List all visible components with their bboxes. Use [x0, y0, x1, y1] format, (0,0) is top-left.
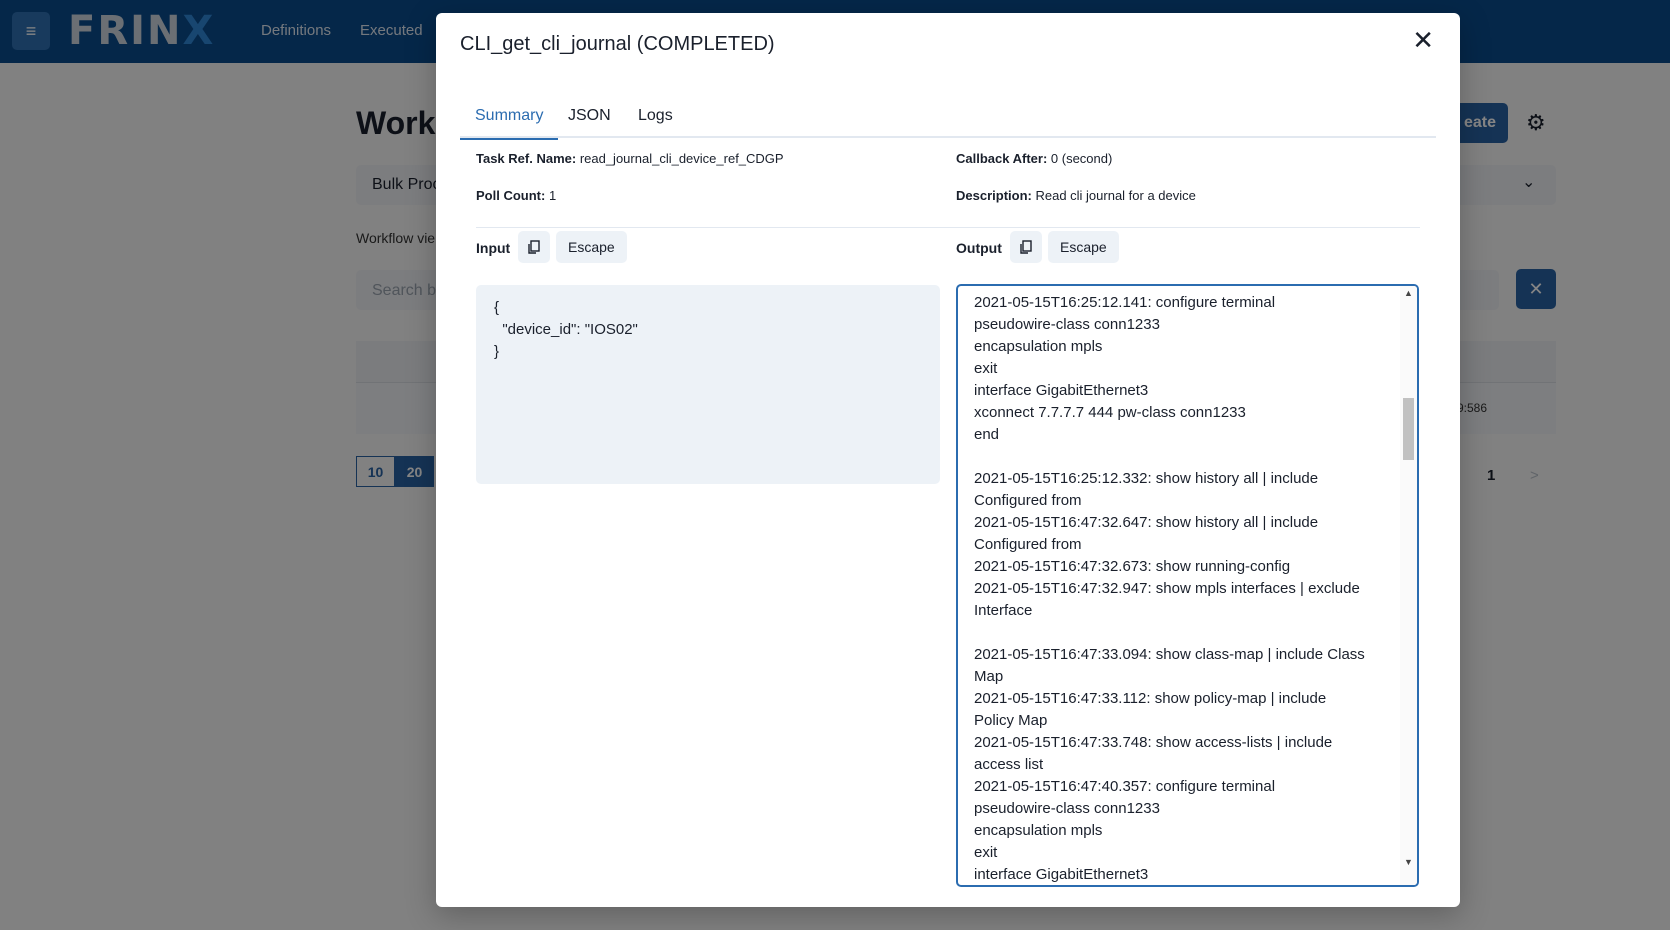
escape-input-button[interactable]: Escape	[556, 231, 627, 263]
description-value: Read cli journal for a device	[1035, 188, 1196, 203]
copy-icon	[528, 240, 540, 254]
tab-json[interactable]: JSON	[553, 93, 626, 138]
copy-input-button[interactable]	[518, 231, 550, 263]
task-ref-value: read_journal_cli_device_ref_CDGP	[579, 151, 784, 166]
callback-field: Callback After: 0 (second)	[956, 151, 1112, 166]
scroll-thumb[interactable]	[1403, 398, 1414, 460]
callback-label: Callback After:	[956, 151, 1048, 166]
output-textarea[interactable]: 2021-05-15T16:25:12.141: configure termi…	[956, 284, 1419, 887]
tab-summary[interactable]: Summary	[460, 93, 559, 140]
output-scrollbar[interactable]: ▲ ▼	[1400, 286, 1417, 885]
output-label: Output	[956, 240, 1002, 256]
task-details-modal: CLI_get_cli_journal (COMPLETED) ✕ Summar…	[436, 13, 1460, 907]
copy-output-button[interactable]	[1010, 231, 1042, 263]
copy-icon	[1020, 240, 1032, 254]
description-label: Description:	[956, 188, 1032, 203]
poll-count-field: Poll Count: 1	[476, 188, 556, 203]
modal-title: CLI_get_cli_journal (COMPLETED)	[460, 33, 775, 55]
description-field: Description: Read cli journal for a devi…	[956, 188, 1196, 203]
input-label: Input	[476, 240, 511, 256]
task-ref-label: Task Ref. Name:	[476, 151, 577, 166]
tab-logs[interactable]: Logs	[623, 93, 688, 138]
task-ref-field: Task Ref. Name: read_journal_cli_device_…	[476, 151, 784, 166]
close-icon[interactable]: ✕	[1412, 27, 1434, 53]
input-json-textarea[interactable]: { "device_id": "IOS02" }	[476, 285, 940, 484]
scroll-up-icon[interactable]: ▲	[1404, 288, 1413, 298]
callback-value: 0 (second)	[1050, 151, 1113, 166]
divider	[476, 227, 1420, 228]
poll-count-label: Poll Count:	[476, 188, 546, 203]
scroll-down-icon[interactable]: ▼	[1404, 857, 1413, 867]
modal-tabs: Summary JSON Logs	[460, 93, 1436, 140]
poll-count-value: 1	[548, 188, 557, 203]
output-text: 2021-05-15T16:25:12.141: configure termi…	[974, 294, 1365, 883]
escape-output-button[interactable]: Escape	[1048, 231, 1119, 263]
